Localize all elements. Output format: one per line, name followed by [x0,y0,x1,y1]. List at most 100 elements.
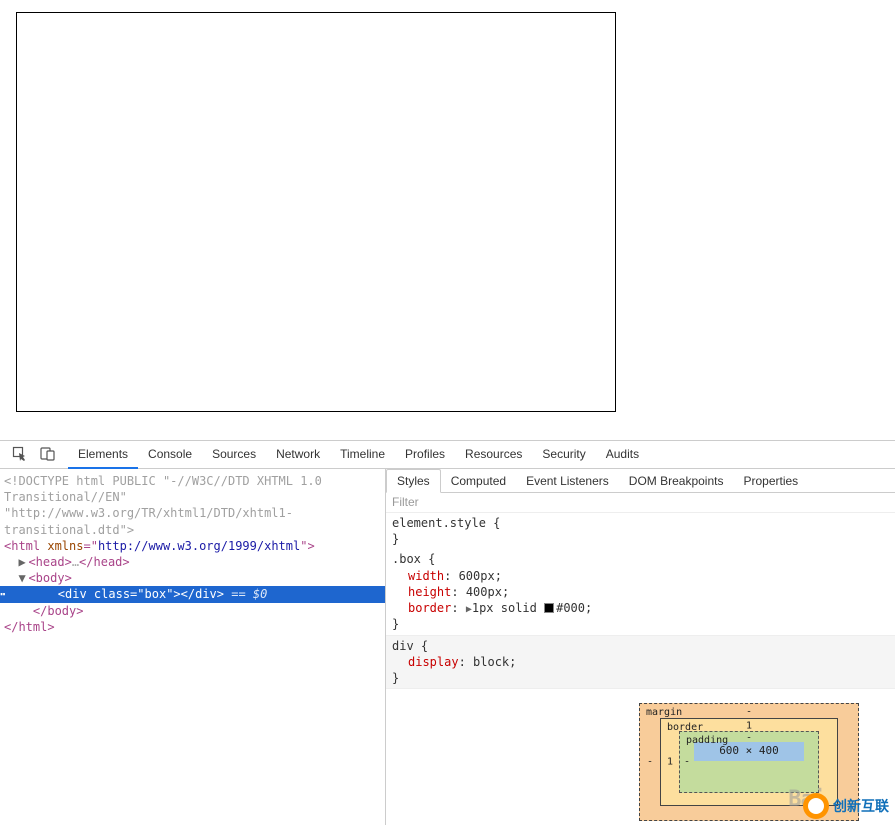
tag-close: "> [300,539,314,553]
rendered-box-div[interactable] [16,12,616,412]
inspect-element-icon[interactable] [6,442,34,468]
prop-val: 1px solid [472,601,544,615]
tab-console[interactable]: Console [138,441,202,468]
margin-top-val: - [746,705,752,719]
colon: : [459,655,473,669]
decl-border[interactable]: border: ▶1px solid #000; [392,600,889,617]
semi: ; [585,601,592,615]
colon: : [444,569,458,583]
tag-text: <body> [28,571,71,585]
selector-text: .box { [392,551,889,567]
rendered-page [0,0,895,440]
tab-timeline[interactable]: Timeline [330,441,395,468]
side-tab-styles[interactable]: Styles [386,469,441,493]
decl-display[interactable]: display: block; [392,654,889,670]
colon: : [451,585,465,599]
toggle-device-icon[interactable] [34,442,62,468]
close-brace: } [392,670,889,686]
cursor-in-box-icon [12,446,28,462]
useragent-div-block[interactable]: div { display: block; } [386,635,895,690]
padding-left-val: - [684,755,690,769]
tab-audits[interactable]: Audits [596,441,649,468]
attr-name: xmlns [47,539,83,553]
devtools-tabs: Elements Console Sources Network Timelin… [68,441,649,468]
prop-val: block [473,655,509,669]
tab-elements[interactable]: Elements [68,441,138,469]
watermark-cx: 创新互联 [803,793,889,819]
tab-profiles[interactable]: Profiles [395,441,455,468]
attr-eq: =" [130,587,144,601]
logo-text: 创新互联 [833,796,889,816]
more-icon[interactable]: ⋯ [0,586,4,602]
styles-tabs: Styles Computed Event Listeners DOM Brea… [386,469,895,493]
ellipsis: … [72,555,79,569]
tab-sources[interactable]: Sources [202,441,266,468]
color-swatch-icon[interactable] [544,603,554,613]
selected-ref: == $0 [224,587,267,601]
styles-filter-input[interactable]: Filter [386,493,895,513]
semi: ; [502,585,509,599]
tag-text: <html [4,539,47,553]
side-tab-properties[interactable]: Properties [733,470,808,492]
prop-val: 600px [459,569,495,583]
expand-icon[interactable]: ▶ [18,554,28,570]
tab-network[interactable]: Network [266,441,330,468]
side-tab-computed[interactable]: Computed [441,470,516,492]
tag-text: </html> [4,620,55,634]
doctype-line: transitional.dtd"> [4,522,385,538]
prop-val: 400px [466,585,502,599]
tab-resources[interactable]: Resources [455,441,532,468]
prop-val: #000 [556,601,585,615]
tag-text: </head> [79,555,130,569]
attr-val: box [145,587,167,601]
selected-div-box[interactable]: ⋯ <div class="box"></div> == $0 [0,586,385,602]
colon: : [451,601,465,615]
element-style-block[interactable]: element.style { } [386,513,895,549]
tag-text: </div> [181,587,224,601]
side-tab-dombreakpoints[interactable]: DOM Breakpoints [619,470,734,492]
tag-text: "> [166,587,180,601]
logo-icon [803,793,829,819]
padding-label: padding [686,734,728,748]
close-brace: } [392,616,889,632]
margin-left-val: - [647,755,653,769]
doctype-line: <!DOCTYPE html PUBLIC "-//W3C//DTD XHTML… [4,473,385,489]
body-close[interactable]: </body> [4,603,385,619]
elements-tree[interactable]: <!DOCTYPE html PUBLIC "-//W3C//DTD XHTML… [0,469,386,825]
tab-security[interactable]: Security [532,441,595,468]
prop-name: border [408,601,451,615]
border-left-val: 1 [667,755,673,769]
styles-panel: Styles Computed Event Listeners DOM Brea… [386,469,895,825]
attr-eq: =" [83,539,97,553]
collapse-icon[interactable]: ▼ [18,570,28,586]
side-tab-eventlisteners[interactable]: Event Listeners [516,470,619,492]
semi: ; [509,655,516,669]
devtools-panels: <!DOCTYPE html PUBLIC "-//W3C//DTD XHTML… [0,469,895,825]
semi: ; [495,569,502,583]
prop-name: width [408,569,444,583]
decl-height[interactable]: height: 400px; [392,584,889,600]
prop-name: height [408,585,451,599]
tag-text: <head> [28,555,71,569]
prop-name: display [408,655,459,669]
devtools-toolbar: Elements Console Sources Network Timelin… [0,441,895,469]
selector-text: div { [392,638,889,654]
tag-text: </body> [33,604,84,618]
device-icon [40,446,56,462]
tag-text: <div [58,587,94,601]
html-open[interactable]: <html xmlns="http://www.w3.org/1999/xhtm… [4,538,385,554]
body-open[interactable]: ▼<body> [4,570,385,586]
html-close[interactable]: </html> [4,619,385,635]
box-rule-block[interactable]: .box { width: 600px; height: 400px; bord… [386,549,895,634]
padding-top-val: - [746,731,752,745]
close-brace: } [392,531,889,547]
doctype-line: Transitional//EN" [4,489,385,505]
attr-val: http://www.w3.org/1999/xhtml [98,539,300,553]
devtools-panel: Elements Console Sources Network Timelin… [0,440,895,825]
doctype-line: "http://www.w3.org/TR/xhtml1/DTD/xhtml1- [4,505,385,521]
styles-body: element.style { } .box { width: 600px; h… [386,513,895,825]
decl-width[interactable]: width: 600px; [392,568,889,584]
box-model-padding: padding - - 600 × 400 [679,731,819,793]
head-line[interactable]: ▶<head>…</head> [4,554,385,570]
selector-text: element.style { [392,515,889,531]
